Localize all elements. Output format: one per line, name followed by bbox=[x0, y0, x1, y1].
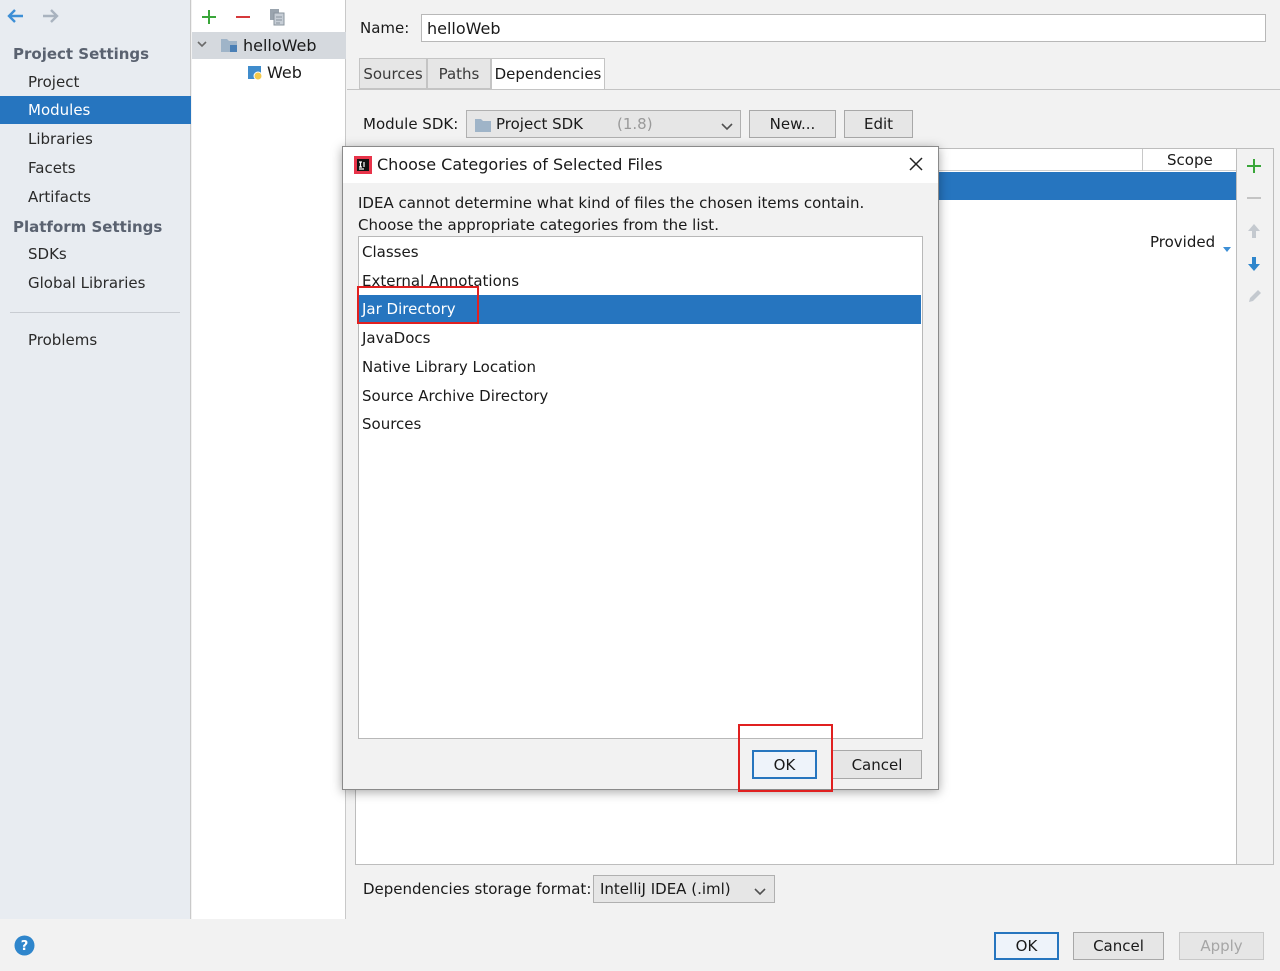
sidebar-item-libraries[interactable]: Libraries bbox=[0, 125, 191, 153]
platform-settings-header: Platform Settings bbox=[13, 218, 163, 236]
apply-button[interactable]: Apply bbox=[1179, 932, 1264, 960]
module-sdk-label: Module SDK: bbox=[363, 115, 459, 133]
sidebar-divider bbox=[10, 312, 180, 313]
web-facet-icon bbox=[247, 65, 263, 85]
forward-arrow-icon[interactable] bbox=[40, 6, 60, 26]
annotation-highlight-ok-button bbox=[738, 724, 833, 792]
sidebar-item-modules[interactable]: Modules bbox=[0, 96, 191, 124]
chevron-down-icon[interactable] bbox=[196, 36, 208, 54]
sdk-select-value: Project SDK bbox=[496, 115, 583, 133]
copy-icon[interactable] bbox=[266, 6, 288, 28]
tree-row-web[interactable]: Web bbox=[242, 61, 346, 87]
list-item-source-archive-directory[interactable]: Source Archive Directory bbox=[359, 382, 921, 411]
sidebar-item-artifacts[interactable]: Artifacts bbox=[0, 183, 191, 211]
scope-dropdown[interactable]: Provided bbox=[1150, 233, 1236, 255]
tab-divider bbox=[347, 89, 1280, 90]
back-arrow-icon[interactable] bbox=[6, 6, 26, 26]
intellij-logo-icon bbox=[354, 156, 372, 178]
sdk-select-version: (1.8) bbox=[617, 115, 653, 133]
tree-label-helloweb: helloWeb bbox=[243, 36, 317, 55]
storage-format-select[interactable]: IntelliJ IDEA (.iml) bbox=[593, 875, 775, 903]
dialog-title: Choose Categories of Selected Files bbox=[377, 155, 663, 174]
settings-sidebar: Project Settings Project Modules Librari… bbox=[0, 0, 191, 919]
bottom-button-bar: ? OK Cancel Apply bbox=[0, 919, 1280, 971]
dialog-message-line1: IDEA cannot determine what kind of files… bbox=[358, 194, 865, 212]
chevron-down-icon bbox=[721, 119, 733, 137]
module-name-input[interactable]: helloWeb bbox=[421, 14, 1266, 42]
move-down-icon[interactable] bbox=[1246, 255, 1262, 277]
project-settings-header: Project Settings bbox=[13, 45, 150, 63]
dependencies-toolbar bbox=[1237, 148, 1274, 865]
storage-format-label: Dependencies storage format: bbox=[363, 880, 592, 898]
sidebar-item-facets[interactable]: Facets bbox=[0, 154, 191, 182]
cancel-button[interactable]: Cancel bbox=[1073, 932, 1164, 960]
sidebar-item-problems[interactable]: Problems bbox=[0, 326, 191, 354]
tab-dependencies[interactable]: Dependencies bbox=[491, 58, 605, 90]
move-up-icon[interactable] bbox=[1246, 222, 1262, 244]
tab-sources[interactable]: Sources bbox=[359, 58, 427, 89]
list-item-classes[interactable]: Classes bbox=[359, 238, 921, 267]
sidebar-item-global-libraries[interactable]: Global Libraries bbox=[0, 269, 191, 297]
chevron-down-icon bbox=[754, 884, 766, 902]
minus-icon[interactable] bbox=[232, 6, 254, 28]
dialog-cancel-button[interactable]: Cancel bbox=[832, 750, 922, 779]
tree-label-web: Web bbox=[267, 63, 302, 82]
dialog-title-bar: Choose Categories of Selected Files bbox=[343, 147, 938, 183]
list-item-javadocs[interactable]: JavaDocs bbox=[359, 324, 921, 353]
storage-format-value: IntelliJ IDEA (.iml) bbox=[600, 880, 731, 898]
tab-paths[interactable]: Paths bbox=[427, 58, 491, 89]
list-item-sources[interactable]: Sources bbox=[359, 410, 921, 439]
remove-dependency-minus-icon[interactable] bbox=[1246, 190, 1262, 210]
annotation-highlight-jar-directory bbox=[357, 286, 479, 324]
module-folder-icon bbox=[220, 37, 238, 57]
scope-dropdown-value: Provided bbox=[1150, 233, 1216, 251]
svg-text:?: ? bbox=[21, 939, 29, 954]
edit-pencil-icon[interactable] bbox=[1246, 287, 1262, 309]
list-item-native-library-location[interactable]: Native Library Location bbox=[359, 353, 921, 382]
module-sdk-select[interactable]: Project SDK (1.8) bbox=[466, 110, 741, 138]
help-icon[interactable]: ? bbox=[14, 935, 35, 960]
ok-button[interactable]: OK bbox=[994, 932, 1059, 960]
dialog-message-line2: Choose the appropriate categories from t… bbox=[358, 216, 719, 234]
name-label: Name: bbox=[360, 19, 410, 37]
dropdown-triangle-icon bbox=[1222, 240, 1232, 258]
sidebar-item-project[interactable]: Project bbox=[0, 68, 191, 96]
new-sdk-button[interactable]: New... bbox=[749, 110, 836, 138]
add-dependency-plus-icon[interactable] bbox=[1246, 158, 1262, 178]
sidebar-item-sdks[interactable]: SDKs bbox=[0, 240, 191, 268]
column-divider bbox=[1142, 149, 1143, 171]
module-tree-panel: helloWeb Web bbox=[192, 0, 346, 919]
close-icon[interactable] bbox=[909, 157, 923, 175]
tree-row-helloweb[interactable]: helloWeb bbox=[192, 32, 346, 59]
choose-categories-dialog: Choose Categories of Selected Files IDEA… bbox=[342, 146, 939, 790]
scope-column-header[interactable]: Scope bbox=[1167, 151, 1213, 169]
edit-sdk-button[interactable]: Edit bbox=[844, 110, 913, 138]
sdk-folder-icon bbox=[474, 117, 492, 137]
plus-icon[interactable] bbox=[198, 6, 220, 28]
